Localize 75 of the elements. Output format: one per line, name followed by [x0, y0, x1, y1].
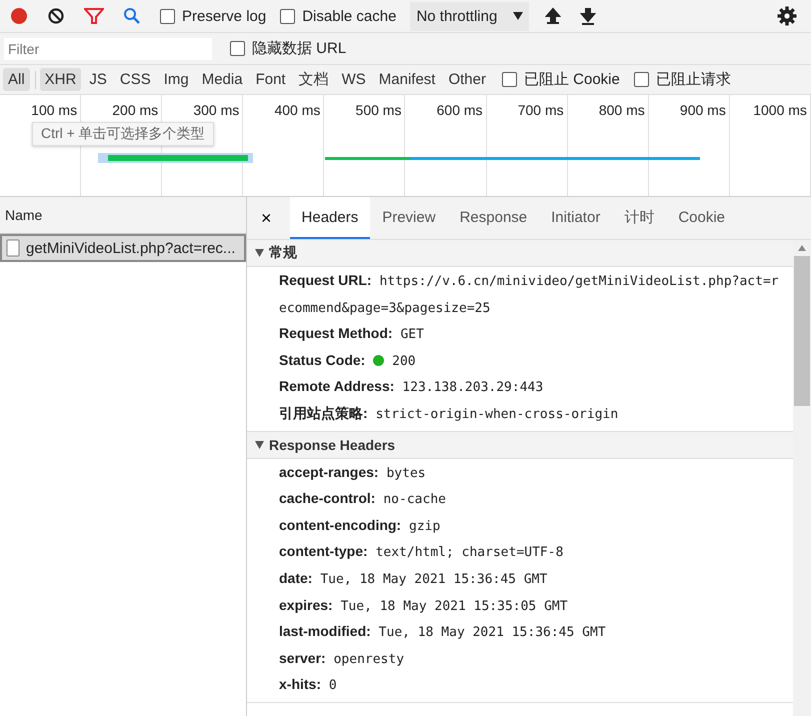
scrollbar-thumb[interactable]	[794, 256, 810, 406]
tab[interactable]: 计时	[612, 197, 666, 239]
time-tick-label: 600 ms	[436, 102, 483, 118]
caret-icon	[255, 249, 264, 257]
time-tick-label: 500 ms	[356, 102, 402, 118]
time-tick-label: 400 ms	[274, 102, 320, 118]
header-line: x-hits: 0	[279, 675, 338, 696]
throttling-dropdown[interactable]: No throttling	[410, 2, 530, 30]
header-line: 引用站点策略: strict-origin-when-cross-origin	[279, 404, 620, 424]
tooltip: Ctrl + 单击可选择多个类型	[32, 122, 214, 146]
status-dot	[373, 354, 384, 366]
request-row[interactable]: getMiniVideoList.php?act=rec...	[0, 234, 246, 262]
header-line: content-type: text/html; charset=UTF-8	[279, 542, 564, 562]
checkbox[interactable]	[634, 72, 649, 87]
checkbox[interactable]	[280, 8, 296, 24]
close-button[interactable]: ×	[251, 208, 282, 228]
clear-icon[interactable]	[47, 7, 65, 25]
tab[interactable]: Initiator	[539, 197, 612, 239]
filter-icon[interactable]	[84, 7, 104, 25]
time-tick-label: 800 ms	[598, 102, 645, 118]
scroll-up-icon[interactable]	[797, 244, 807, 252]
type-filter-button[interactable]: JS	[84, 68, 112, 91]
checkbox[interactable]	[502, 72, 517, 87]
checkbox-label: 已阻止请求	[656, 70, 731, 89]
tab[interactable]: Headers	[290, 197, 370, 239]
checkbox-label: Disable cache	[302, 8, 396, 24]
type-filter-button[interactable]: XHR	[40, 68, 82, 91]
time-tick-label: 200 ms	[112, 102, 158, 118]
section-header[interactable]: 常规	[247, 240, 793, 267]
header-line: accept-ranges: bytes	[279, 462, 427, 483]
caret-icon	[255, 440, 264, 449]
header-line: last-modified: Tue, 18 May 2021 15:36:45 GMT	[279, 622, 607, 642]
upload-icon[interactable]	[545, 7, 562, 25]
type-filter-button[interactable]: Img	[158, 68, 194, 91]
type-filter-button[interactable]: CSS	[114, 68, 156, 91]
download-icon[interactable]	[580, 7, 596, 25]
header-line: date: Tue, 18 May 2021 15:36:45 GMT	[279, 568, 548, 589]
checkbox-label: 已阻止 Cookie	[524, 70, 620, 89]
header-line: cache-control: no-cache	[279, 489, 447, 510]
checkbox[interactable]	[230, 41, 245, 56]
header-value: 200	[392, 354, 416, 369]
filter-field[interactable]: Filter	[4, 38, 212, 60]
caret-icon	[513, 12, 524, 20]
header-line: content-encoding: gzip	[279, 516, 442, 536]
time-tick-label: 1000 ms	[753, 102, 807, 118]
record-icon[interactable]	[10, 7, 28, 25]
type-filter-button[interactable]: Font	[250, 68, 291, 91]
tab[interactable]: Response	[448, 197, 540, 239]
type-filter-button[interactable]: Media	[196, 68, 248, 91]
type-filter-button[interactable]: All	[3, 68, 30, 91]
time-tick-label: 900 ms	[680, 102, 726, 118]
checkbox[interactable]	[160, 8, 175, 24]
time-tick-label: 300 ms	[193, 102, 240, 118]
settings-icon[interactable]	[777, 6, 797, 26]
header-line: server: openresty	[279, 648, 406, 669]
type-filter-button[interactable]: 文档	[294, 67, 334, 92]
tab[interactable]: Cookie	[666, 197, 738, 239]
time-tick-label: 100 ms	[31, 102, 78, 118]
type-filter-button[interactable]: WS	[336, 68, 371, 91]
document-icon	[6, 239, 20, 257]
request-name: getMiniVideoList.php?act=rec...	[26, 240, 236, 256]
header-line: Request URL: https://v.6.cn/minivideo/getMiniVideoList.php?act=recommend&page=3&pagesize=25	[279, 271, 780, 318]
column-header[interactable]: Name	[5, 207, 42, 223]
header-line: expires: Tue, 18 May 2021 15:35:05 GMT	[279, 596, 569, 616]
checkbox-label: 隐藏数据 URL	[252, 39, 346, 58]
type-filter-button[interactable]: Other	[443, 68, 491, 91]
type-filter-button[interactable]: Manifest	[374, 68, 440, 91]
search-icon[interactable]	[123, 7, 141, 25]
header-name: Status Code:	[279, 352, 366, 368]
header-line: Request Method: GET	[279, 324, 425, 344]
section-header[interactable]: Response Headers	[247, 432, 793, 459]
checkbox-label: Preserve log	[182, 8, 266, 24]
tab[interactable]: Preview	[370, 197, 448, 239]
header-line: Remote Address: 123.138.203.29:443	[279, 377, 544, 398]
time-tick-label: 700 ms	[518, 102, 564, 118]
